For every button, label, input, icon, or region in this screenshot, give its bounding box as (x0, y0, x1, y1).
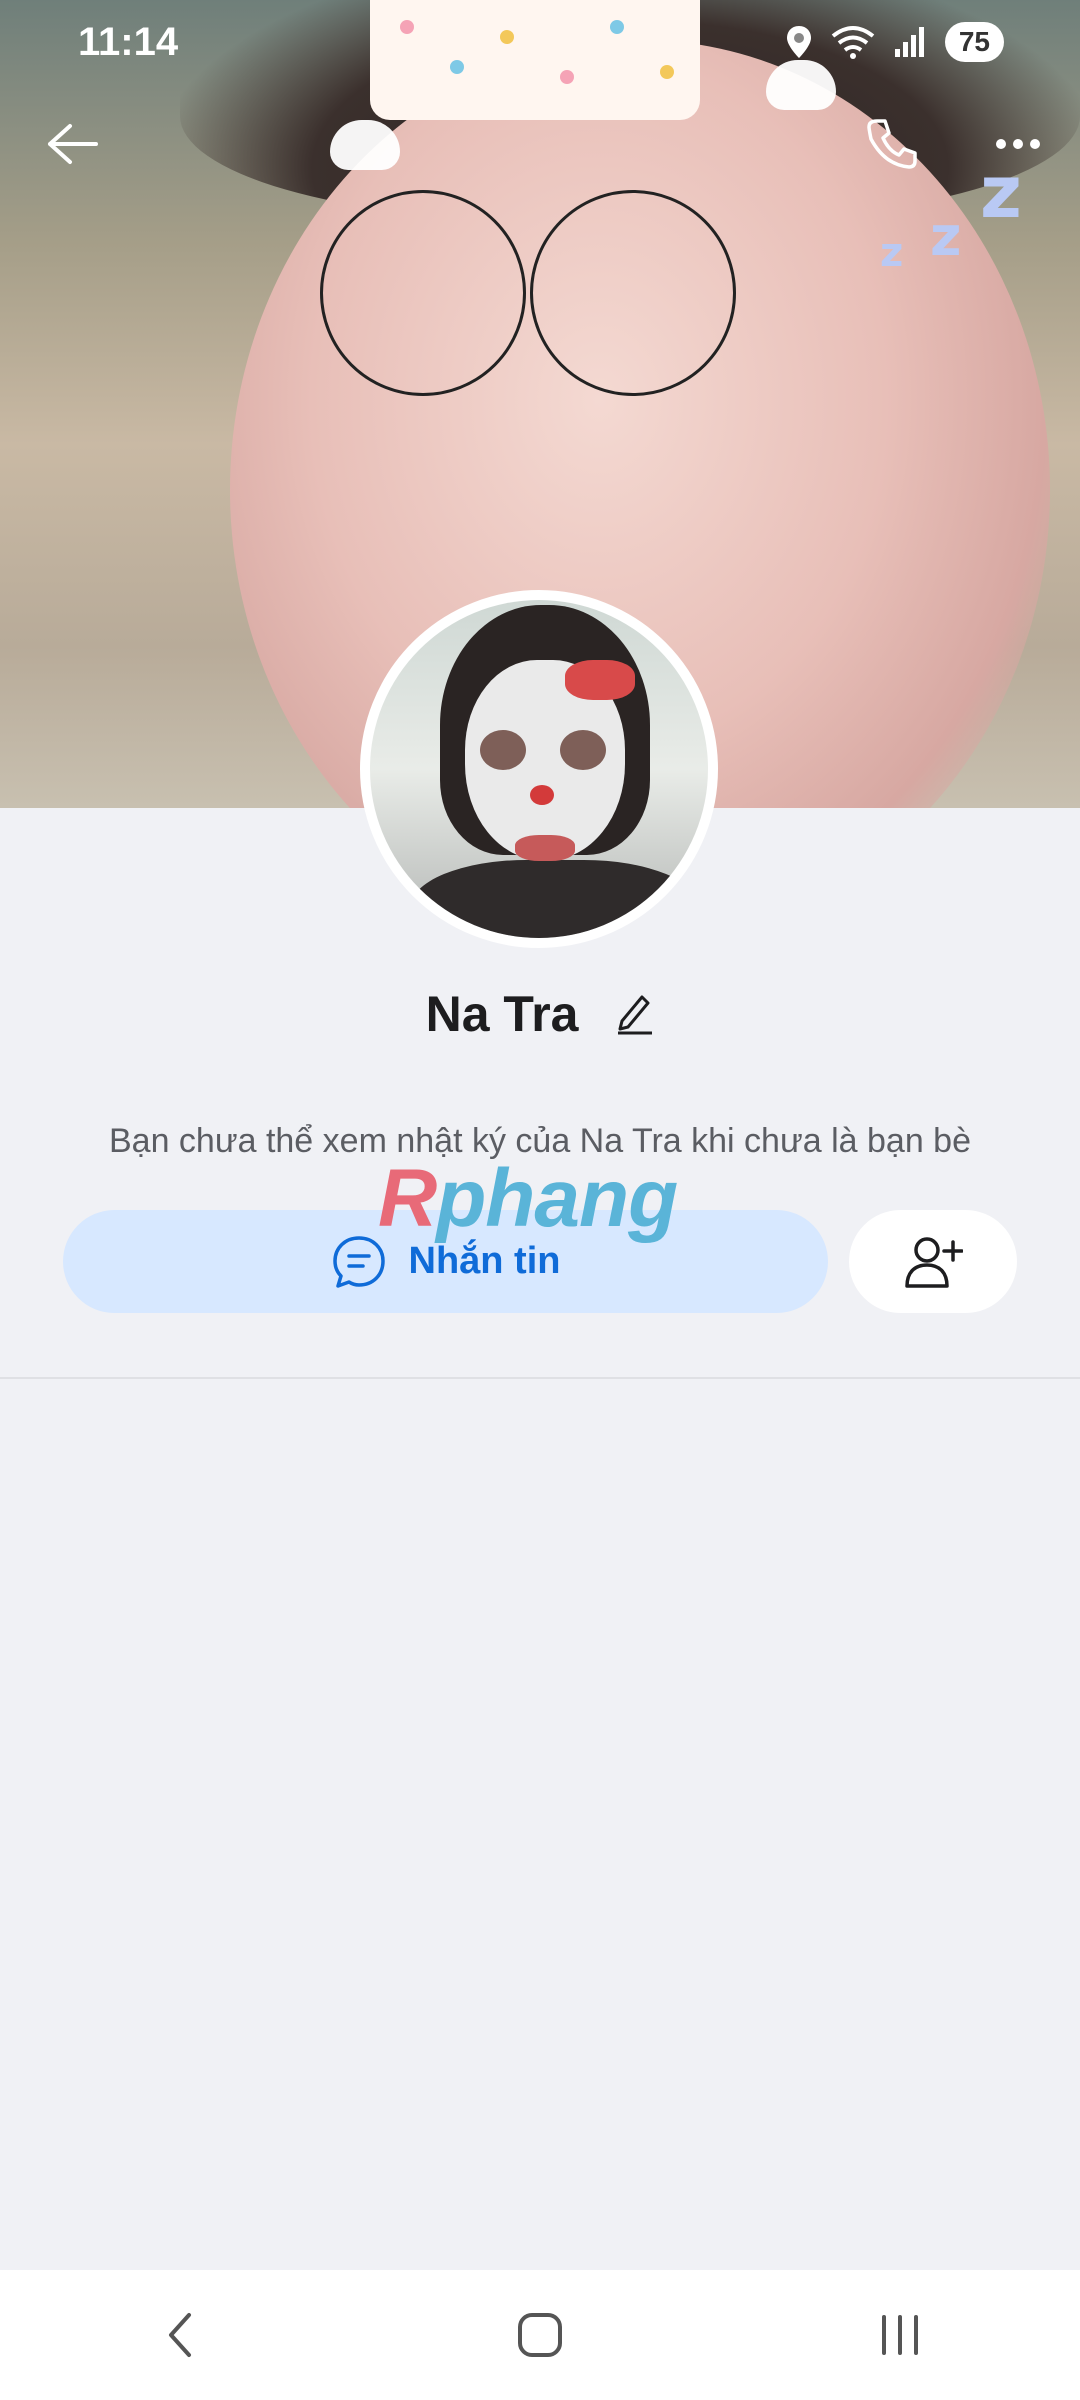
phone-icon (867, 119, 917, 169)
profile-name-row: Na Tra (0, 985, 1080, 1047)
glasses-right-shape (530, 190, 736, 396)
back-arrow-icon (48, 124, 98, 164)
system-nav-bar (0, 2270, 1080, 2400)
more-button[interactable] (978, 104, 1058, 184)
location-icon (786, 26, 811, 58)
nav-recents-button[interactable] (840, 2295, 960, 2375)
status-icons: 75 (785, 22, 1004, 62)
profile-name: Na Tra (425, 986, 579, 1042)
section-divider (0, 1377, 1080, 1379)
message-button-label: Nhắn tin (408, 1240, 561, 1282)
status-bar: 11:14 75 (0, 0, 1080, 90)
battery-indicator: 75 (944, 22, 1004, 62)
more-dots-icon (996, 139, 1040, 149)
watermark-logo: Rphang (378, 1153, 678, 1244)
bunny-sticker (330, 120, 400, 170)
back-button[interactable] (32, 104, 112, 184)
pencil-icon (618, 995, 653, 1035)
edit-name-button[interactable] (614, 989, 654, 1047)
signal-icon (894, 27, 924, 57)
add-friend-button[interactable] (849, 1210, 1017, 1313)
zzz-sticker: z (880, 230, 904, 276)
profile-avatar[interactable] (360, 590, 718, 948)
nav-home-button[interactable] (480, 2295, 600, 2375)
nav-recents-icon (882, 2315, 918, 2355)
status-time: 11:14 (78, 20, 179, 64)
nav-home-icon (518, 2313, 562, 2357)
add-friend-icon (905, 1236, 963, 1288)
zzz-sticker: z (930, 205, 962, 268)
wifi-icon (831, 26, 875, 59)
call-button[interactable] (852, 104, 932, 184)
nav-back-icon (169, 2313, 191, 2357)
glasses-left-shape (320, 190, 526, 396)
nav-back-button[interactable] (120, 2295, 240, 2375)
